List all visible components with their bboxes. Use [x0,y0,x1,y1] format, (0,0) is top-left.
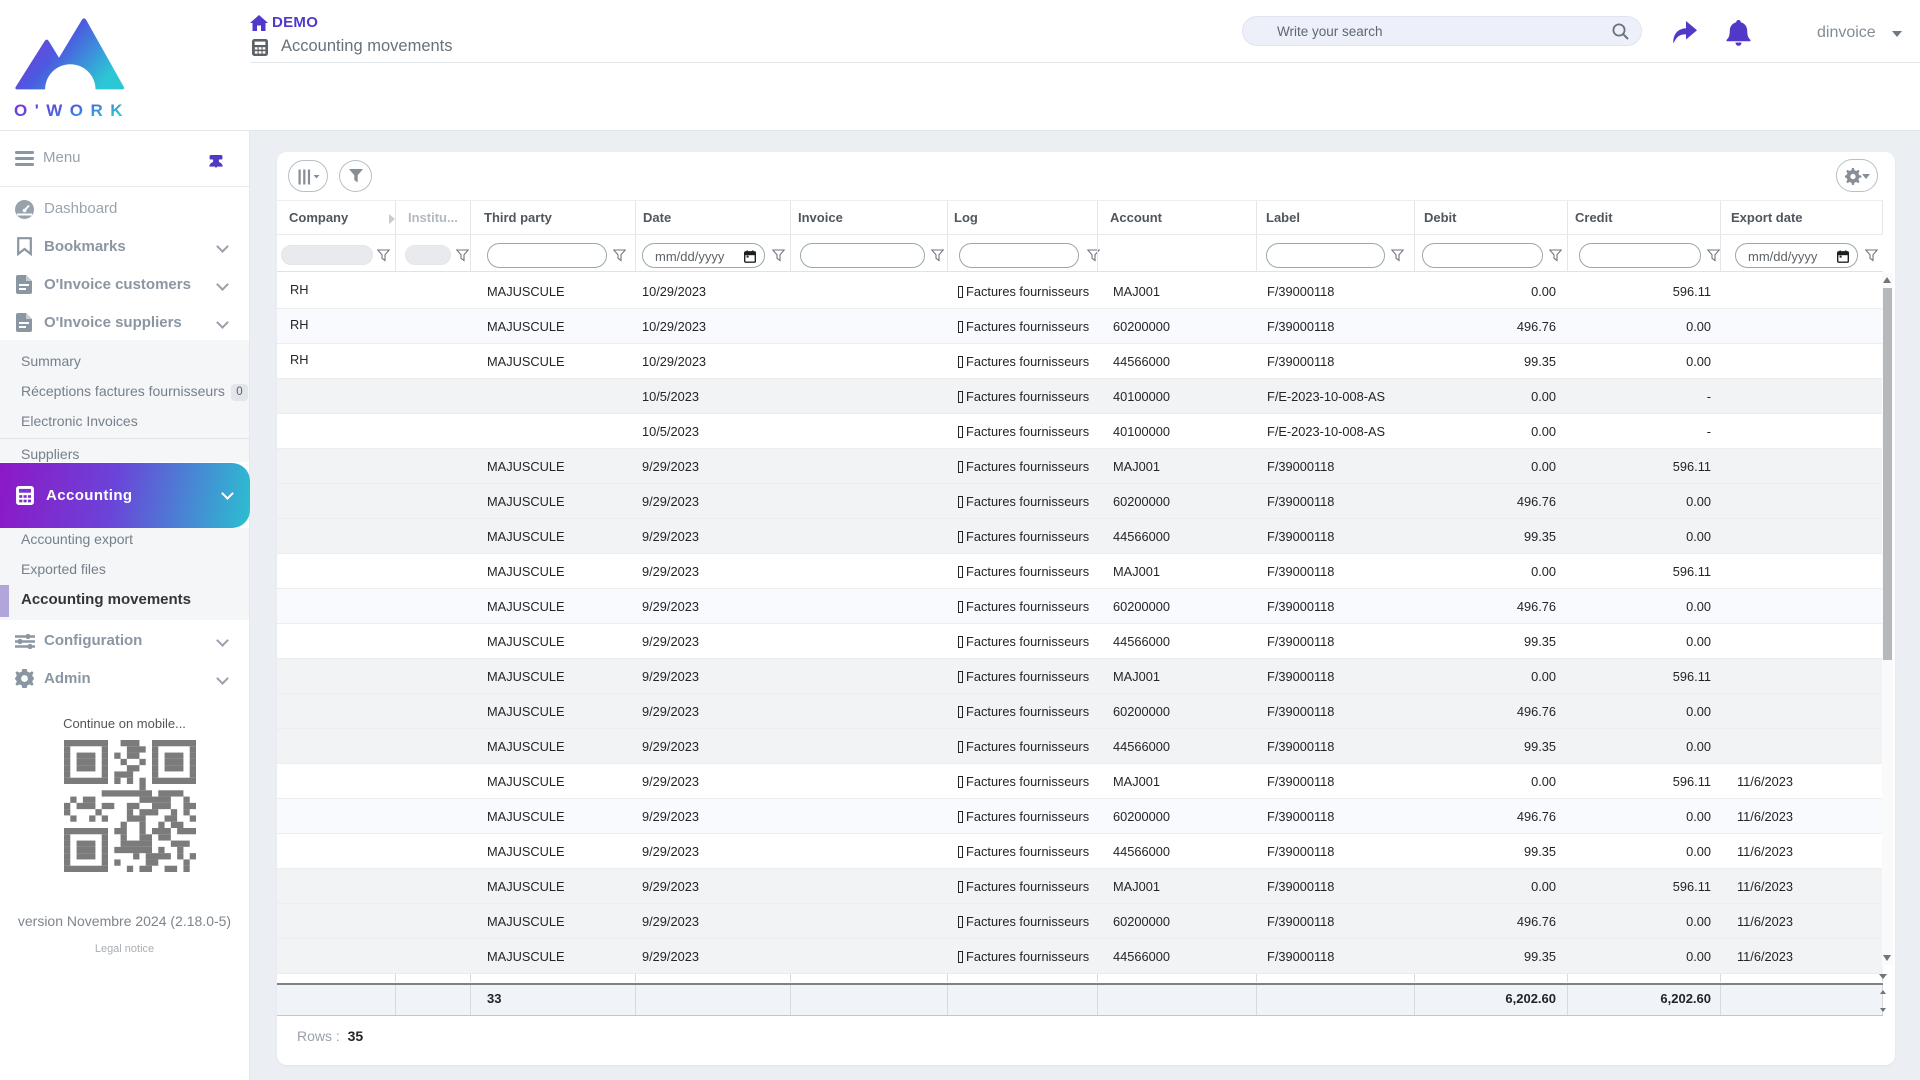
svg-text:O'WORK: O'WORK [14,101,126,118]
